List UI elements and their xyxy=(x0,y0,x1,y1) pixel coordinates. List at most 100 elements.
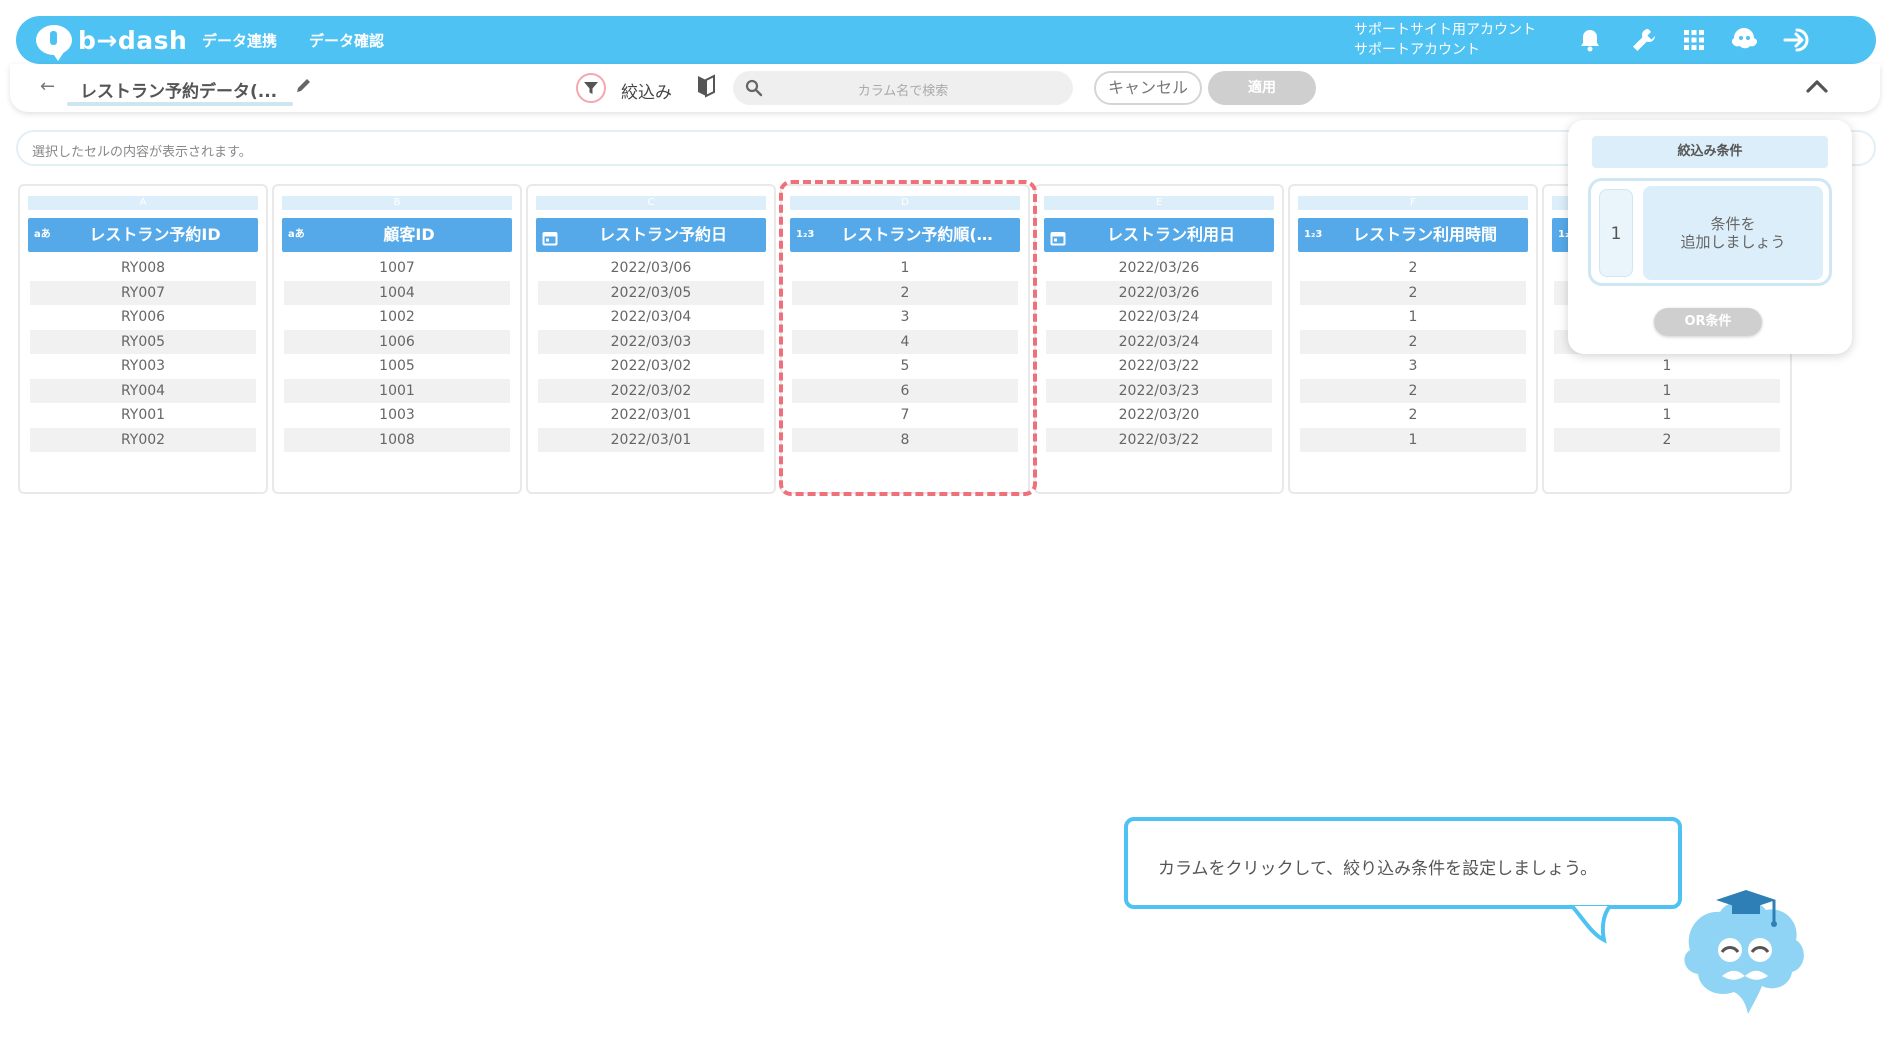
column-header[interactable]: レストラン利用日 xyxy=(1044,218,1274,252)
table-cell[interactable]: 2022/03/06 xyxy=(538,256,764,280)
table-cell[interactable]: 2022/03/24 xyxy=(1046,329,1272,354)
grid-icon[interactable] xyxy=(1678,24,1710,56)
search-placeholder: カラム名で検索 xyxy=(857,84,949,99)
table-cell[interactable]: 1 xyxy=(1554,378,1780,403)
dataset-title[interactable]: レストラン予約データ(... xyxy=(80,77,277,102)
nav-data-integration[interactable]: データ連携 xyxy=(202,30,277,51)
table-cell[interactable]: 2022/03/01 xyxy=(538,427,764,452)
data-toolbar: ← レストラン予約データ(... 絞込み カラム名で検索 キャンセル 適用 xyxy=(10,64,1880,112)
logout-icon[interactable] xyxy=(1782,24,1814,56)
column-f[interactable]: F 1₂3 レストラン利用時間 2 2 1 2 3 2 2 1 xyxy=(1288,184,1538,494)
table-cell[interactable]: RY001 xyxy=(30,403,256,427)
table-cell[interactable]: 2 xyxy=(1300,256,1526,280)
bell-icon[interactable] xyxy=(1574,24,1606,56)
beginner-mark-icon[interactable] xyxy=(696,73,716,103)
table-cell[interactable]: 2022/03/26 xyxy=(1046,280,1272,305)
column-title: レストラン予約日 xyxy=(598,225,727,244)
table-cell[interactable]: 2022/03/22 xyxy=(1046,354,1272,378)
table-cell[interactable]: 1002 xyxy=(284,305,510,329)
table-cell[interactable]: 1005 xyxy=(284,354,510,378)
account-info[interactable]: サポートサイト用アカウント サポートアカウント xyxy=(1354,20,1536,60)
table-cell[interactable]: 2 xyxy=(1300,403,1526,427)
guide-tooltip: カラムをクリックして、絞り込み条件を設定しましょう。 xyxy=(1124,817,1682,909)
table-cell[interactable]: RY005 xyxy=(30,329,256,354)
column-header[interactable]: aあ レストラン予約ID xyxy=(28,218,258,252)
table-cell[interactable]: 2022/03/26 xyxy=(1046,256,1272,280)
table-cell[interactable]: 1 xyxy=(1300,427,1526,452)
column-letter: A xyxy=(28,196,258,210)
column-header[interactable]: aあ 顧客ID xyxy=(282,218,512,252)
apply-button[interactable]: 適用 xyxy=(1208,71,1316,105)
number-type-icon: 1₂3 xyxy=(1304,229,1323,240)
table-cell[interactable]: 1004 xyxy=(284,280,510,305)
logo-bubble-icon xyxy=(36,25,72,61)
table-cell[interactable]: RY006 xyxy=(30,305,256,329)
table-cell[interactable]: 1003 xyxy=(284,403,510,427)
column-e[interactable]: E レストラン利用日 2022/03/26 2022/03/26 2022/03/24 2… xyxy=(1034,184,1284,494)
table-cell[interactable]: 2022/03/02 xyxy=(538,378,764,403)
table-cell[interactable]: 2022/03/24 xyxy=(1046,305,1272,329)
column-b[interactable]: Baあ 顧客ID 1007 1004 1002 1006 1005 1001 1003 1008 xyxy=(272,184,522,494)
table-cell[interactable]: 2022/03/20 xyxy=(1046,403,1272,427)
column-title: レストラン予約ID xyxy=(89,225,221,244)
table-cell[interactable]: 2022/03/04 xyxy=(538,305,764,329)
table-cell[interactable]: 1008 xyxy=(284,427,510,452)
wrench-icon[interactable] xyxy=(1628,24,1660,56)
table-cell[interactable]: RY004 xyxy=(30,378,256,403)
column-letter: E xyxy=(1044,196,1274,210)
column-a[interactable]: Aaあ レストラン予約ID RY008 RY007 RY006 RY005 RY003 RY0… xyxy=(18,184,268,494)
table-cell[interactable]: 2022/03/23 xyxy=(1046,378,1272,403)
table-cell[interactable]: 1007 xyxy=(284,256,510,280)
filter-condition-title: 絞込み条件 xyxy=(1592,136,1828,168)
guide-mascot xyxy=(1684,890,1804,1014)
calendar-icon xyxy=(542,227,558,252)
table-cell[interactable]: 2022/03/03 xyxy=(538,329,764,354)
table-cell[interactable]: RY007 xyxy=(30,280,256,305)
column-letter: B xyxy=(282,196,512,210)
text-type-icon: aあ xyxy=(34,229,51,240)
table-cell[interactable]: 2 xyxy=(1554,427,1780,452)
text-type-icon: aあ xyxy=(288,229,305,240)
tooltip-tail xyxy=(1570,904,1612,944)
table-cell[interactable]: 2022/03/22 xyxy=(1046,427,1272,452)
column-title: レストラン利用時間 xyxy=(1352,225,1497,244)
account-support-site: サポートサイト用アカウント xyxy=(1354,22,1536,38)
back-arrow-icon[interactable]: ← xyxy=(40,76,55,97)
table-cell[interactable]: RY002 xyxy=(30,427,256,452)
title-underline xyxy=(67,102,293,106)
filter-funnel-icon[interactable] xyxy=(576,73,606,103)
cancel-button[interactable]: キャンセル xyxy=(1094,71,1202,105)
column-c[interactable]: C レストラン予約日 2022/03/06 2022/03/05 2022/03/04 2… xyxy=(526,184,776,494)
pencil-icon[interactable] xyxy=(295,76,313,98)
table-cell[interactable]: 1001 xyxy=(284,378,510,403)
table-cell[interactable]: 2 xyxy=(1300,280,1526,305)
table-cell[interactable]: 1 xyxy=(1554,403,1780,427)
table-cell[interactable]: 2 xyxy=(1300,329,1526,354)
top-nav-bar: b→dash データ連携 データ確認 サポートサイト用アカウント サポートアカウ… xyxy=(16,16,1876,64)
column-letter: F xyxy=(1298,196,1528,210)
bdash-logo[interactable]: b→dash xyxy=(36,22,188,61)
table-cell[interactable]: RY003 xyxy=(30,354,256,378)
table-cell[interactable]: 1006 xyxy=(284,329,510,354)
column-search-input[interactable]: カラム名で検索 xyxy=(733,71,1073,105)
logo-text: b→dash xyxy=(78,25,188,55)
table-cell[interactable]: 1 xyxy=(1554,354,1780,378)
table-cell[interactable]: 2022/03/05 xyxy=(538,280,764,305)
table-cell[interactable]: 2022/03/02 xyxy=(538,354,764,378)
filter-label: 絞込み xyxy=(621,83,672,103)
condition-number: 1 xyxy=(1599,189,1633,277)
table-cell[interactable]: 3 xyxy=(1300,354,1526,378)
table-cell[interactable]: 2 xyxy=(1300,378,1526,403)
nav-data-check[interactable]: データ確認 xyxy=(309,30,384,51)
table-cell[interactable]: 1 xyxy=(1300,305,1526,329)
column-header[interactable]: レストラン予約日 xyxy=(536,218,766,252)
or-condition-button[interactable]: OR条件 xyxy=(1654,308,1762,336)
add-condition-dropzone[interactable]: 条件を 追加しましょう xyxy=(1643,186,1823,280)
table-cell[interactable]: RY008 xyxy=(30,256,256,280)
chevron-up-icon[interactable] xyxy=(1805,76,1829,100)
table-cell[interactable]: 2022/03/01 xyxy=(538,403,764,427)
column-letter: C xyxy=(536,196,766,210)
account-name: サポートアカウント xyxy=(1354,42,1480,58)
column-header[interactable]: 1₂3 レストラン利用時間 xyxy=(1298,218,1528,252)
mascot-icon[interactable] xyxy=(1728,24,1760,56)
